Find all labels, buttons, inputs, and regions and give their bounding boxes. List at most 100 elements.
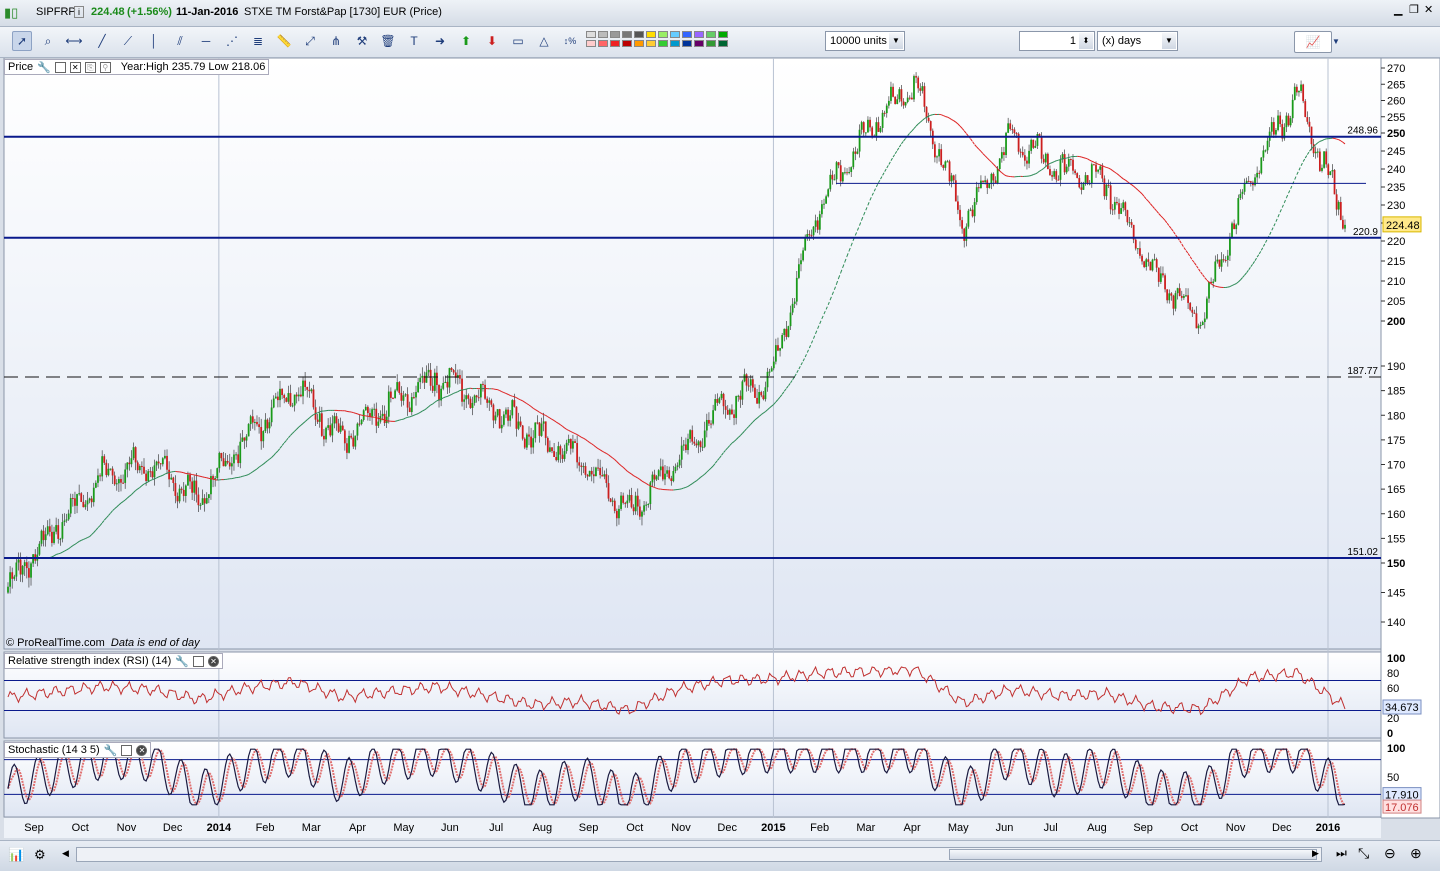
candle-body bbox=[919, 88, 921, 90]
chart-settings-icon[interactable]: 📊 bbox=[8, 847, 24, 863]
candle-body bbox=[430, 370, 432, 386]
candle-body bbox=[695, 444, 697, 446]
candle-body bbox=[633, 507, 635, 511]
arrow-up-icon[interactable]: ⬆ bbox=[456, 31, 476, 51]
candle-body bbox=[917, 78, 919, 89]
candle-body bbox=[321, 413, 323, 436]
moving-average bbox=[167, 473, 169, 474]
candle-body bbox=[733, 414, 735, 418]
fibonacci-tool-icon[interactable]: ≣ bbox=[248, 31, 268, 51]
candle-body bbox=[361, 420, 363, 424]
horizontal-scrollbar[interactable] bbox=[76, 847, 1322, 862]
candle-body bbox=[1296, 87, 1298, 93]
candle-body bbox=[1235, 225, 1237, 229]
minimize-icon[interactable]: ▁ bbox=[1394, 3, 1402, 16]
text-tool-icon[interactable]: T bbox=[404, 31, 424, 51]
close-panel-icon[interactable]: ✕ bbox=[136, 745, 147, 756]
close-panel-icon[interactable]: ✕ bbox=[208, 656, 219, 667]
candle-body bbox=[147, 471, 149, 481]
candle-body bbox=[612, 501, 614, 502]
chart-type-dropdown-icon[interactable]: ▼ bbox=[1330, 31, 1342, 51]
y-tick-label: 260 bbox=[1387, 96, 1405, 108]
pitchfork-tool-icon[interactable]: ⋔ bbox=[326, 31, 346, 51]
candle-body bbox=[928, 118, 930, 121]
candle-body bbox=[829, 175, 831, 189]
wrench-icon[interactable]: 🔧 bbox=[37, 61, 51, 74]
chart-type-icon[interactable]: 📈 bbox=[1294, 31, 1332, 53]
units-select[interactable]: 10000 units▼ bbox=[825, 31, 905, 51]
vertical-line-icon[interactable]: │ bbox=[144, 31, 164, 51]
zoom-out-icon[interactable]: ⊖ bbox=[1384, 845, 1396, 862]
x-tick-label: Mar bbox=[302, 822, 321, 834]
zoom-in-icon[interactable]: ⊕ bbox=[1410, 845, 1422, 862]
percent-tool-icon[interactable]: ↕% bbox=[560, 31, 580, 51]
candle-body bbox=[1160, 273, 1162, 282]
period-unit-select[interactable]: (x) days▼ bbox=[1097, 31, 1178, 51]
window-icon[interactable] bbox=[121, 745, 132, 756]
ray-tool-icon[interactable]: ⟋ bbox=[118, 31, 138, 51]
candle-body bbox=[913, 76, 915, 99]
window-icon[interactable] bbox=[55, 62, 66, 73]
arrow-down-icon[interactable]: ⬇ bbox=[482, 31, 502, 51]
candle-body bbox=[614, 501, 616, 511]
tools-icon[interactable]: ⚒ bbox=[352, 31, 372, 51]
candle-body bbox=[170, 478, 172, 480]
channel-tool-icon[interactable]: ⫽ bbox=[170, 31, 190, 51]
candle-body bbox=[1292, 100, 1294, 118]
candle-body bbox=[804, 237, 806, 250]
moving-average bbox=[1320, 141, 1322, 142]
candle-body bbox=[1229, 237, 1231, 255]
ruler-tool-icon[interactable]: 📏 bbox=[274, 31, 294, 51]
window-icon[interactable] bbox=[193, 656, 204, 667]
spinner-icon[interactable]: ⬍ bbox=[1079, 33, 1093, 49]
candle-body bbox=[620, 496, 622, 509]
candle-body bbox=[1302, 85, 1304, 102]
candle-body bbox=[1068, 159, 1070, 167]
x-tick-label: 2014 bbox=[207, 822, 232, 834]
candle-body bbox=[1129, 222, 1131, 223]
triangle-tool-icon[interactable]: △ bbox=[534, 31, 554, 51]
candle-body bbox=[13, 577, 15, 579]
arrow-right-icon[interactable]: ➜ bbox=[430, 31, 450, 51]
expand-tool-icon[interactable]: ⤢ bbox=[300, 31, 320, 51]
scroll-right-icon[interactable]: ▶ bbox=[1312, 848, 1319, 859]
candle-body bbox=[503, 414, 505, 424]
close-icon[interactable]: ✕ bbox=[1424, 3, 1433, 16]
fit-icon[interactable]: ⤡ bbox=[1358, 845, 1369, 862]
lock-icon[interactable]: ⚲ bbox=[100, 62, 111, 73]
moving-average bbox=[1069, 157, 1071, 158]
x-tick-label: 2016 bbox=[1316, 822, 1340, 834]
scrollbar-thumb[interactable] bbox=[949, 849, 1317, 860]
candle-body bbox=[195, 481, 197, 495]
copy-icon[interactable]: ⎘ bbox=[85, 62, 96, 73]
chart-area: 248.96220.9187.77151.02 SepOctNovDec2014… bbox=[0, 58, 1440, 840]
rectangle-tool-icon[interactable]: ▭ bbox=[508, 31, 528, 51]
close-panel-icon[interactable]: ✕ bbox=[70, 62, 81, 73]
indicator-icon[interactable]: ⚙ bbox=[34, 847, 46, 863]
wrench-icon[interactable]: 🔧 bbox=[104, 744, 118, 757]
delete-icon[interactable]: 🗑 bbox=[378, 31, 398, 51]
pointer-tool-icon[interactable]: ➚ bbox=[12, 31, 32, 51]
restore-icon[interactable]: ❐ bbox=[1409, 3, 1419, 16]
candle-body bbox=[654, 475, 656, 480]
period-input[interactable]: 1⬍ bbox=[1019, 31, 1095, 51]
horizontal-line-icon[interactable]: ─ bbox=[196, 31, 216, 51]
candle-body bbox=[769, 372, 771, 373]
fan-tool-icon[interactable]: ⋰ bbox=[222, 31, 242, 51]
candle-body bbox=[1022, 152, 1024, 155]
wrench-icon[interactable]: 🔧 bbox=[175, 655, 189, 668]
info-icon[interactable]: i bbox=[74, 6, 84, 18]
candle-body bbox=[930, 121, 932, 131]
candle-body bbox=[426, 372, 428, 382]
segment-tool-icon[interactable]: ⟷ bbox=[64, 31, 84, 51]
candle-body bbox=[863, 122, 865, 132]
color-palette[interactable] bbox=[586, 31, 738, 53]
fast-forward-icon[interactable]: ⏭ bbox=[1336, 846, 1347, 861]
chevron-down-icon[interactable]: ▼ bbox=[889, 33, 903, 49]
scroll-left-icon[interactable]: ◀ bbox=[62, 848, 69, 859]
candle-body bbox=[252, 416, 254, 422]
line-tool-icon[interactable]: ╱ bbox=[92, 31, 112, 51]
chevron-down-icon[interactable]: ▼ bbox=[1162, 33, 1176, 49]
candle-body bbox=[1043, 159, 1045, 163]
zoom-tool-icon[interactable]: ⌕ bbox=[38, 31, 58, 51]
